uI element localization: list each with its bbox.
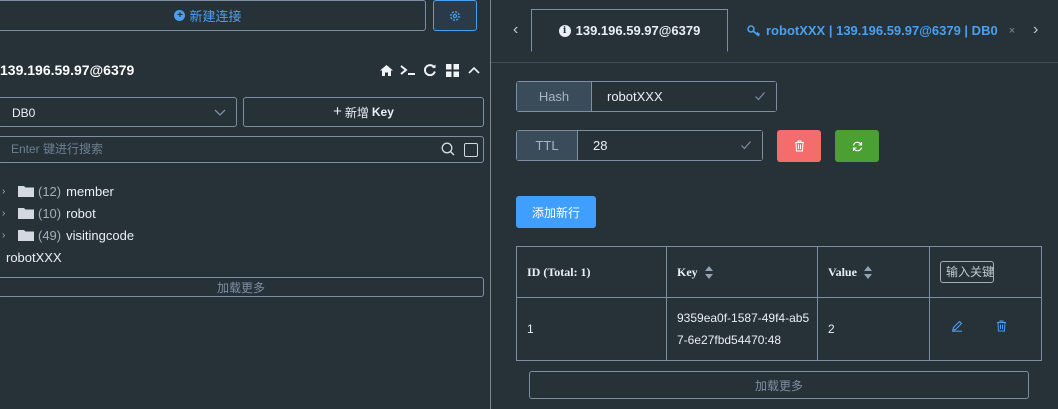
row-key: 9359ea0f-1587-49f4-ab57-6e27fbd54470:48	[667, 298, 818, 360]
home-icon[interactable]	[378, 62, 394, 78]
folder-name: visitingcode	[66, 227, 135, 243]
delete-key-button[interactable]	[777, 130, 821, 162]
db-select-value: DB0	[12, 106, 36, 120]
folder-icon	[18, 230, 34, 241]
tab-key-robotxxx[interactable]: robotXXX | 139.196.59.97@6379 | DB0 ×	[747, 9, 1019, 52]
tab-connection[interactable]: i 139.196.59.97@6379	[531, 9, 728, 52]
row-key-text: 9359ea0f-1587-49f4-ab57-6e27fbd54470:48	[677, 311, 810, 347]
terminal-icon[interactable]	[400, 62, 416, 78]
close-tab-icon[interactable]: ×	[1009, 25, 1015, 37]
folder-count: (49)	[38, 227, 62, 243]
db-select[interactable]: DB0	[0, 97, 237, 127]
plus-icon: +	[333, 102, 342, 120]
folder-icon	[18, 208, 34, 219]
edit-icon[interactable]	[951, 320, 963, 332]
header-value-label: Value	[828, 264, 857, 279]
row-id: 1	[517, 298, 667, 360]
header-key[interactable]: Key	[667, 247, 818, 297]
tab-connection-label: 139.196.59.97@6379	[575, 23, 701, 38]
confirm-check-icon[interactable]	[740, 139, 752, 151]
header-filter: 输入关键	[930, 247, 1041, 297]
left-panel: + 新建连接 139.196.59.97@6379 DB0 + 新增 Key E…	[0, 0, 490, 409]
key-icon	[747, 24, 761, 37]
key-search-input[interactable]	[11, 142, 411, 156]
load-more-rows-button[interactable]: 加载更多	[529, 371, 1029, 399]
trash-icon[interactable]	[996, 320, 1007, 332]
table-header-row: ID (Total: 1) Key Value 输入关键	[517, 247, 1041, 298]
collapse-icon[interactable]	[466, 62, 482, 78]
table-row: 1 9359ea0f-1587-49f4-ab57-6e27fbd54470:4…	[517, 298, 1041, 360]
key-type-label: Hash	[517, 82, 592, 111]
ttl-field: TTL 28	[516, 130, 763, 161]
folder-count: (12)	[38, 183, 62, 199]
table-filter-input[interactable]: 输入关键	[940, 261, 994, 283]
tab-key-label: robotXXX | 139.196.59.97@6379 | DB0	[766, 23, 998, 38]
expand-arrow-icon[interactable]: ›	[2, 208, 11, 219]
tree-key-robotxxx[interactable]: robotXXX	[0, 246, 490, 268]
header-id: ID (Total: 1)	[517, 247, 667, 297]
connection-title: 139.196.59.97@6379	[0, 62, 135, 78]
sort-icon[interactable]	[863, 265, 873, 279]
tree-folder-member[interactable]: › (12) member	[0, 180, 490, 202]
key-tree: › (12) member › (10) robot › (49) visiti…	[0, 180, 490, 268]
tab-scroll-left-icon[interactable]: ‹	[513, 21, 518, 39]
header-key-label: Key	[677, 264, 698, 279]
refresh-icon[interactable]	[422, 62, 438, 78]
tree-folder-visitingcode[interactable]: › (49) visitingcode	[0, 224, 490, 246]
folder-count: (10)	[38, 205, 62, 221]
key-name-field: Hash robotXXX	[516, 81, 777, 112]
header-value[interactable]: Value	[818, 247, 930, 297]
info-icon: i	[558, 24, 571, 37]
plus-circle-icon: +	[174, 10, 186, 21]
row-value: 2	[818, 298, 930, 360]
tab-scroll-right-icon[interactable]: ›	[1033, 21, 1038, 39]
chevron-down-icon	[214, 109, 226, 116]
tab-bar: ‹ i 139.196.59.97@6379 robotXXX | 139.19…	[491, 0, 1058, 63]
trash-icon	[794, 140, 804, 152]
right-panel: ‹ i 139.196.59.97@6379 robotXXX | 139.19…	[491, 0, 1058, 409]
folder-icon	[18, 186, 34, 197]
app-root: + 新建连接 139.196.59.97@6379 DB0 + 新增 Key E…	[0, 0, 1058, 409]
confirm-check-icon[interactable]	[754, 90, 766, 102]
ttl-label: TTL	[517, 131, 578, 160]
tree-folder-robot[interactable]: › (10) robot	[0, 202, 490, 224]
ttl-value: 28	[593, 138, 608, 153]
key-name-input[interactable]: robotXXX	[592, 82, 776, 111]
key-name-value: robotXXX	[607, 89, 663, 104]
expand-arrow-icon[interactable]: ›	[2, 186, 11, 197]
settings-button[interactable]	[433, 0, 477, 31]
ttl-input[interactable]: 28	[578, 131, 762, 160]
new-key-suffix: Key	[371, 105, 394, 119]
key-search-box	[0, 136, 484, 163]
exact-match-checkbox[interactable]	[464, 143, 478, 157]
hash-table: ID (Total: 1) Key Value 输入关键 1 9359ea0f-…	[516, 246, 1042, 361]
refresh-key-button[interactable]	[835, 130, 879, 162]
add-row-button[interactable]: 添加新行	[516, 196, 596, 228]
load-more-keys-button[interactable]: 加载更多	[0, 277, 484, 297]
new-connection-button[interactable]: + 新建连接	[0, 0, 426, 31]
folder-name: robot	[66, 205, 96, 221]
search-icon[interactable]	[441, 142, 455, 156]
row-actions	[930, 298, 1041, 360]
gear-icon	[450, 10, 460, 21]
refresh-icon	[852, 141, 862, 151]
new-connection-label: 新建连接	[189, 9, 242, 24]
new-key-prefix: 新增	[344, 105, 369, 120]
expand-arrow-icon[interactable]: ›	[2, 230, 11, 241]
sort-icon[interactable]	[704, 265, 714, 279]
folder-name: member	[66, 183, 114, 199]
connection-toolbar	[378, 62, 482, 78]
grid-icon[interactable]	[444, 62, 460, 78]
new-key-button[interactable]: + 新增 Key	[243, 97, 484, 127]
